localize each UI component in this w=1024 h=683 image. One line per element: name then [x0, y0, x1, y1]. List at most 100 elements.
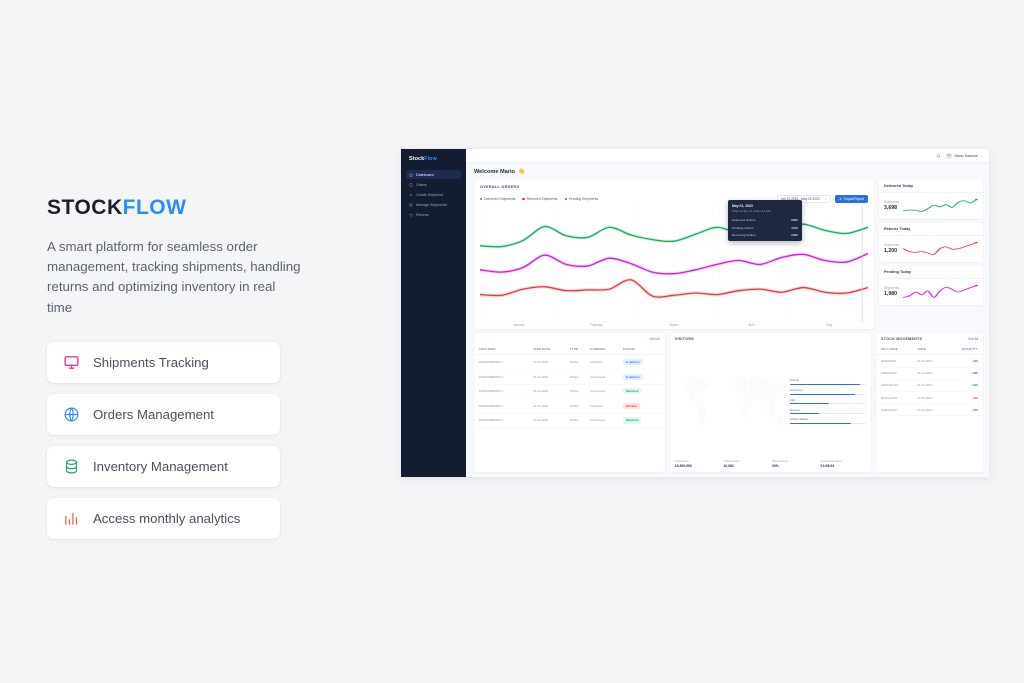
cell-quantity: -100	[946, 391, 983, 405]
table-row[interactable]: ADIDAS120 01-01-2023 +380	[876, 367, 983, 380]
export-report-button[interactable]: Export Report	[835, 195, 868, 203]
tooltip-row-label: Delivered Orders	[732, 218, 756, 223]
column-header-date: DATE	[917, 344, 947, 356]
table-row[interactable]: DANISH122 01-01-2023 -280	[876, 403, 983, 417]
tagline: A smart platform for seamless order mana…	[47, 239, 301, 315]
legend-item-pending[interactable]: Pending Shipments	[564, 197, 598, 201]
cell-type: Pickup	[569, 354, 591, 370]
shipments-table-panel: See All TRACKING SHIP DATE TYPE CARRIER …	[474, 333, 665, 472]
marketing-panel: STOCKFLOW A smart platform for seamless …	[47, 196, 317, 539]
cell-date: 01-01-2023	[917, 391, 947, 405]
table-row[interactable]: NIKE20230 01-01-2023 -390	[876, 354, 983, 368]
dashboard-sidebar: StockFlow Dashboard Orders Create Shipme…	[401, 149, 466, 477]
cell-quantity: +380	[946, 367, 983, 380]
sidebar-item-create-shipment[interactable]: Create Shipment	[406, 190, 461, 199]
country-bar-track	[789, 403, 867, 405]
stock-movements-title: STOCK MOVEMENTS	[881, 337, 923, 342]
stat-online-users: Online Users 10,982	[723, 459, 769, 468]
globe-icon	[63, 406, 80, 423]
cell-quantity: -390	[946, 354, 983, 368]
status-badge: Delivered	[622, 388, 642, 395]
stat-value: 20%	[771, 464, 779, 468]
feature-item-monthly-analytics[interactable]: Access monthly analytics	[47, 497, 280, 539]
country-name: France	[789, 378, 800, 383]
welcome-text: Welcome Mario	[474, 168, 515, 175]
cell-status: In delivery	[622, 369, 665, 385]
country-bar-track	[789, 393, 867, 395]
table-row[interactable]: FR02208080454 0 01-01-2023 Pickup Chronopos…	[474, 369, 665, 385]
cell-carrier: Colissimo	[590, 398, 623, 414]
bell-icon[interactable]	[936, 153, 941, 158]
stock-movements-panel: STOCK MOVEMENTS See All SKU CODE DATE QU…	[876, 333, 983, 472]
status-badge: Delivered	[622, 417, 642, 424]
feature-item-shipments-tracking[interactable]: Shipments Tracking	[47, 341, 280, 383]
table-row[interactable]: ADIDAS7122 01-01-2023 +520	[876, 379, 983, 392]
stat-card-label: Shipments	[884, 200, 900, 204]
country-bar-track	[789, 413, 867, 415]
sidebar-item-label: Dashboard	[416, 172, 434, 177]
feature-item-inventory-management[interactable]: Inventory Management	[47, 445, 280, 487]
overall-orders-plot	[480, 206, 868, 323]
chart-svg	[480, 206, 868, 323]
sparkline-delivered	[902, 197, 978, 214]
see-all-stock-link[interactable]: See All	[968, 337, 978, 341]
stat-card-value: 1,200	[884, 248, 897, 254]
country-name: Italy	[789, 397, 796, 402]
sidebar-item-returns[interactable]: Returns	[406, 210, 461, 219]
sparkline-pending	[902, 283, 978, 300]
country-bar-fill	[789, 403, 830, 405]
table-row[interactable]: FR02208080454 0 01-01-2023 Pickup Colissimo…	[474, 398, 665, 414]
bar-chart-icon	[63, 510, 80, 527]
cell-carrier: Chronopost	[590, 413, 623, 429]
legend-item-delivered[interactable]: Delivered Shipments	[480, 197, 515, 201]
return-arrow-icon	[409, 213, 413, 217]
cell-status: In delivery	[622, 354, 665, 370]
table-row[interactable]: FR02208080454 0 01-01-2023 Pickup Colissimo…	[474, 354, 665, 370]
world-map[interactable]	[675, 346, 786, 456]
cell-date: 01-01-2023	[917, 367, 947, 380]
sidebar-item-label: Orders	[416, 182, 427, 187]
country-row: Greece	[789, 408, 867, 415]
stat-label: Online Users	[723, 459, 740, 463]
feature-item-orders-management[interactable]: Orders Management	[47, 393, 280, 435]
tooltip-subtitle: Total number of orders 12,100	[732, 209, 771, 214]
stat-card-column: Delivered Today Shipments 3,698 Returns …	[879, 180, 983, 329]
cell-status: Delivered	[622, 413, 665, 429]
stat-card-label: Shipments	[884, 243, 900, 247]
sidebar-item-label: Create Shipment	[416, 192, 443, 197]
see-all-shipments-link[interactable]: See All	[650, 337, 660, 341]
chevron-down-icon: ⌄	[980, 153, 983, 158]
country-bar-fill	[789, 383, 860, 385]
sidebar-item-orders[interactable]: Orders	[406, 180, 461, 189]
cell-sku: BOSS12209	[876, 391, 918, 405]
stat-value: 01:08:03	[820, 464, 835, 468]
cell-tracking: FR02208080454 0	[474, 369, 534, 385]
welcome-heading: Welcome Mario 👋	[466, 163, 989, 180]
database-icon	[63, 458, 80, 475]
stat-card-title: Returns Today	[879, 223, 983, 236]
feature-label: Access monthly analytics	[93, 510, 241, 526]
stock-movements-table: SKU CODE DATE QUANTITY NIKE20230 01-01-20…	[876, 344, 983, 417]
country-name: United States	[789, 417, 809, 422]
brand-logo-first: STOCK	[47, 196, 123, 219]
tooltip-row-value: 2000	[791, 233, 798, 238]
table-row[interactable]: FR02208080454 0 01-01-2023 Pickup Chronopos…	[474, 384, 665, 400]
legend-item-returned[interactable]: Returned Shipments	[522, 197, 558, 201]
table-row[interactable]: BOSS12209 01-01-2023 -100	[876, 391, 983, 405]
sidebar-item-dashboard[interactable]: Dashboard	[406, 170, 461, 179]
country-bar-fill	[789, 413, 819, 415]
clipboard-icon	[409, 182, 413, 187]
home-icon	[409, 172, 413, 177]
cell-type: Pickup	[569, 369, 591, 385]
table-row[interactable]: FR02208080454 0 01-01-2023 Pickup Chronopos…	[474, 413, 665, 429]
cell-ship-date: 01-01-2023	[533, 384, 570, 400]
country-row: France	[789, 378, 867, 385]
column-header-ship-date: SHIP DATE	[533, 344, 570, 356]
sidebar-item-manage-shipments[interactable]: Manage Shipments	[406, 200, 461, 209]
cell-date: 01-01-2023	[917, 403, 947, 417]
cell-carrier: Colissimo	[590, 354, 623, 370]
tooltip-rows: Delivered Orders 5900 Pending Orders 420…	[732, 218, 798, 237]
legend-dot	[480, 197, 483, 201]
user-menu[interactable]: MS Mario Sassine ⌄	[945, 152, 983, 159]
dashboard-bottom-row: See All TRACKING SHIP DATE TYPE CARRIER …	[474, 333, 983, 472]
